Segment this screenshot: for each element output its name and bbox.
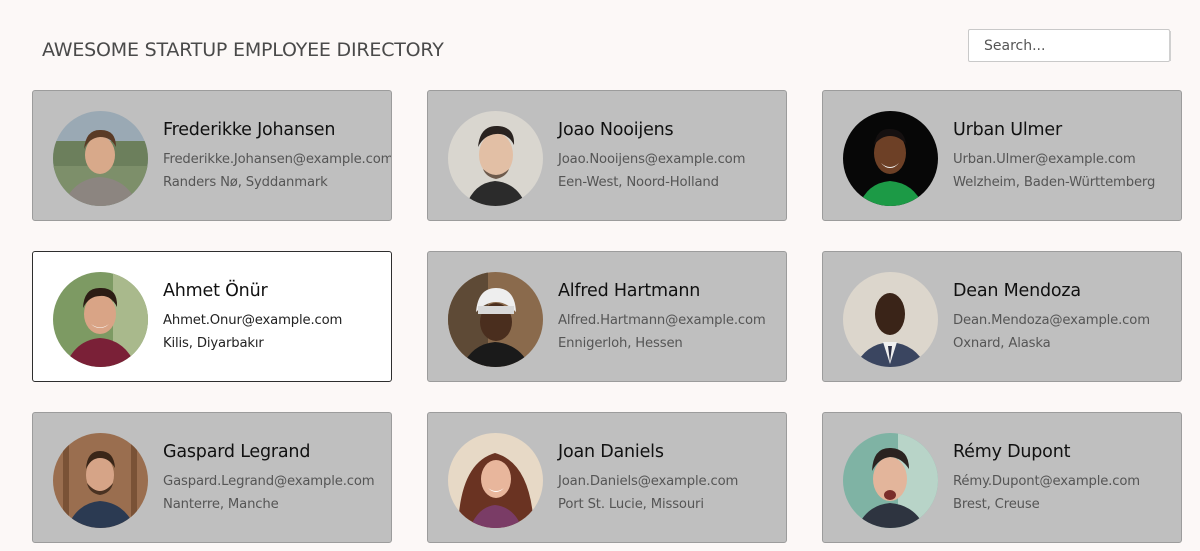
employee-card[interactable]: Alfred Hartmann Alfred.Hartmann@example.… (427, 251, 787, 382)
employee-name: Joao Nooijens (558, 120, 674, 140)
employee-location: Nanterre, Manche (163, 497, 279, 512)
employee-info: Rémy Dupont Rémy.Dupont@example.com Bres… (953, 442, 1140, 516)
avatar (448, 111, 543, 206)
employee-location: Oxnard, Alaska (953, 336, 1051, 351)
employee-email: Dean.Mendoza@example.com (953, 313, 1150, 328)
avatar (53, 111, 148, 206)
employee-name: Rémy Dupont (953, 442, 1071, 462)
employee-card[interactable]: Frederikke Johansen Frederikke.Johansen@… (32, 90, 392, 221)
employee-photo (53, 111, 148, 206)
avatar (53, 272, 148, 367)
employee-card[interactable]: Gaspard Legrand Gaspard.Legrand@example.… (32, 412, 392, 543)
search-input[interactable] (968, 29, 1170, 62)
employee-location: Randers Nø, Syddanmark (163, 175, 328, 190)
employee-info: Alfred Hartmann Alfred.Hartmann@example.… (558, 281, 766, 355)
employee-location: Brest, Creuse (953, 497, 1040, 512)
employee-card[interactable]: Ahmet Önür Ahmet.Onur@example.com Kilis,… (32, 251, 392, 382)
employee-card[interactable]: Joan Daniels Joan.Daniels@example.com Po… (427, 412, 787, 543)
employee-email: Frederikke.Johansen@example.com (163, 152, 392, 167)
avatar (843, 272, 938, 367)
employee-photo (448, 433, 543, 528)
employee-email: Joan.Daniels@example.com (558, 474, 739, 489)
employee-name: Ahmet Önür (163, 281, 268, 301)
employee-name: Gaspard Legrand (163, 442, 311, 462)
page-title: AWESOME STARTUP EMPLOYEE DIRECTORY (42, 39, 444, 61)
employee-email: Joao.Nooijens@example.com (558, 152, 746, 167)
employee-info: Urban Ulmer Urban.Ulmer@example.com Welz… (953, 120, 1155, 194)
employee-info: Joao Nooijens Joao.Nooijens@example.com … (558, 120, 745, 194)
employee-card[interactable]: Joao Nooijens Joao.Nooijens@example.com … (427, 90, 787, 221)
search-container (968, 29, 1172, 62)
employee-card[interactable]: Dean Mendoza Dean.Mendoza@example.com Ox… (822, 251, 1182, 382)
employee-photo (448, 272, 543, 367)
employee-photo (448, 111, 543, 206)
avatar (843, 111, 938, 206)
avatar (448, 433, 543, 528)
employee-card[interactable]: Urban Ulmer Urban.Ulmer@example.com Welz… (822, 90, 1182, 221)
employee-photo (53, 272, 148, 367)
employee-info: Gaspard Legrand Gaspard.Legrand@example.… (163, 442, 375, 516)
employee-name: Frederikke Johansen (163, 120, 336, 140)
employee-location: Ennigerloh, Hessen (558, 336, 683, 351)
directory-page: AWESOME STARTUP EMPLOYEE DIRECTORY Frede… (0, 0, 1200, 551)
employee-photo (843, 433, 938, 528)
employee-info: Joan Daniels Joan.Daniels@example.com Po… (558, 442, 738, 516)
avatar (843, 433, 938, 528)
employee-name: Urban Ulmer (953, 120, 1062, 140)
employee-email: Alfred.Hartmann@example.com (558, 313, 766, 328)
avatar (53, 433, 148, 528)
employee-location: Port St. Lucie, Missouri (558, 497, 704, 512)
employee-info: Frederikke Johansen Frederikke.Johansen@… (163, 120, 392, 194)
employee-location: Welzheim, Baden-Württemberg (953, 175, 1156, 190)
employee-photo (843, 111, 938, 206)
employee-photo (53, 433, 148, 528)
employee-name: Dean Mendoza (953, 281, 1081, 301)
employee-grid: Frederikke Johansen Frederikke.Johansen@… (32, 90, 1182, 543)
employee-email: Urban.Ulmer@example.com (953, 152, 1136, 167)
employee-location: Een-West, Noord-Holland (558, 175, 719, 190)
employee-info: Ahmet Önür Ahmet.Onur@example.com Kilis,… (163, 281, 342, 355)
employee-location: Kilis, Diyarbakır (163, 336, 264, 351)
avatar (448, 272, 543, 367)
employee-photo (843, 272, 938, 367)
employee-email: Ahmet.Onur@example.com (163, 313, 343, 328)
employee-name: Joan Daniels (558, 442, 664, 462)
search-submit-edge[interactable] (1169, 31, 1171, 61)
employee-info: Dean Mendoza Dean.Mendoza@example.com Ox… (953, 281, 1150, 355)
employee-card[interactable]: Rémy Dupont Rémy.Dupont@example.com Bres… (822, 412, 1182, 543)
employee-email: Rémy.Dupont@example.com (953, 474, 1140, 489)
employee-name: Alfred Hartmann (558, 281, 701, 301)
employee-email: Gaspard.Legrand@example.com (163, 474, 375, 489)
